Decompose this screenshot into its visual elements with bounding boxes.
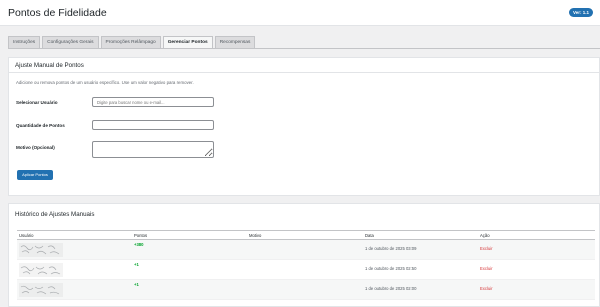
points-value: +1 [134,262,139,267]
history-card: Histórico de Ajustes Manuais Usuário Pon… [8,203,600,307]
column-header-usuario: Usuário [19,233,34,238]
table-header: Usuário Pontos Motivo Data Ação [17,231,595,240]
points-value: +1 [134,282,139,287]
reason-textarea[interactable] [92,141,214,158]
delete-link[interactable]: Excluir [480,246,493,251]
manual-adjust-card: Ajuste Manual de Pontos Adicione ou remo… [8,57,600,196]
column-header-motivo: Motivo [249,233,262,238]
reason-field-label: Motivo (Opcional) [16,145,55,150]
page-header: Pontos de Fidelidade Ver: 1.1 [0,0,600,26]
tab-gerenciar-pontos[interactable]: Gerenciar Pontos [162,36,213,48]
column-header-acao: Ação [480,233,490,238]
table-row: +1 1 de outubro de 2025 02:50 Excluir [17,260,595,280]
manual-adjust-description: Adicione ou remova pontos de um usuário … [16,80,194,85]
user-avatar-image [19,243,63,257]
user-search-input[interactable] [92,97,214,107]
history-title: Histórico de Ajustes Manuais [15,211,95,218]
apply-points-button[interactable]: Aplicar Pontos [17,170,53,180]
column-header-data: Data [365,233,374,238]
points-value: +380 [134,242,144,247]
tab-instrucoes[interactable]: Instruções [8,36,41,48]
card-divider [9,72,599,73]
delete-link[interactable]: Excluir [480,266,493,271]
points-field-label: Quantidade de Pontos [16,123,65,128]
tab-recompensas[interactable]: Recompensas [214,36,256,48]
version-badge: Ver: 1.1 [568,8,593,17]
date-value: 1 de outubro de 2025 02:00 [365,286,417,291]
delete-link[interactable]: Excluir [480,286,493,291]
tabs-divider [8,48,600,49]
user-field-label: Selecionar Usuário [16,100,58,105]
history-table: Usuário Pontos Motivo Data Ação +380 1 d… [17,230,595,300]
tab-promocoes-relampago[interactable]: Promoções Relâmpago [100,36,161,48]
table-row: +1 1 de outubro de 2025 02:00 Excluir [17,280,595,300]
tab-bar: Instruções Configurações Gerais Promoçõe… [8,36,256,48]
user-avatar-image [19,263,63,277]
date-value: 1 de outubro de 2025 03:09 [365,246,417,251]
table-row: +380 1 de outubro de 2025 03:09 Excluir [17,240,595,260]
manual-adjust-title: Ajuste Manual de Pontos [15,62,84,69]
user-avatar-image [19,283,63,297]
column-header-pontos: Pontos [134,233,148,238]
points-input[interactable] [92,120,214,130]
tab-configuracoes-gerais[interactable]: Configurações Gerais [42,36,99,48]
page-title: Pontos de Fidelidade [8,7,107,19]
date-value: 1 de outubro de 2025 02:50 [365,266,417,271]
